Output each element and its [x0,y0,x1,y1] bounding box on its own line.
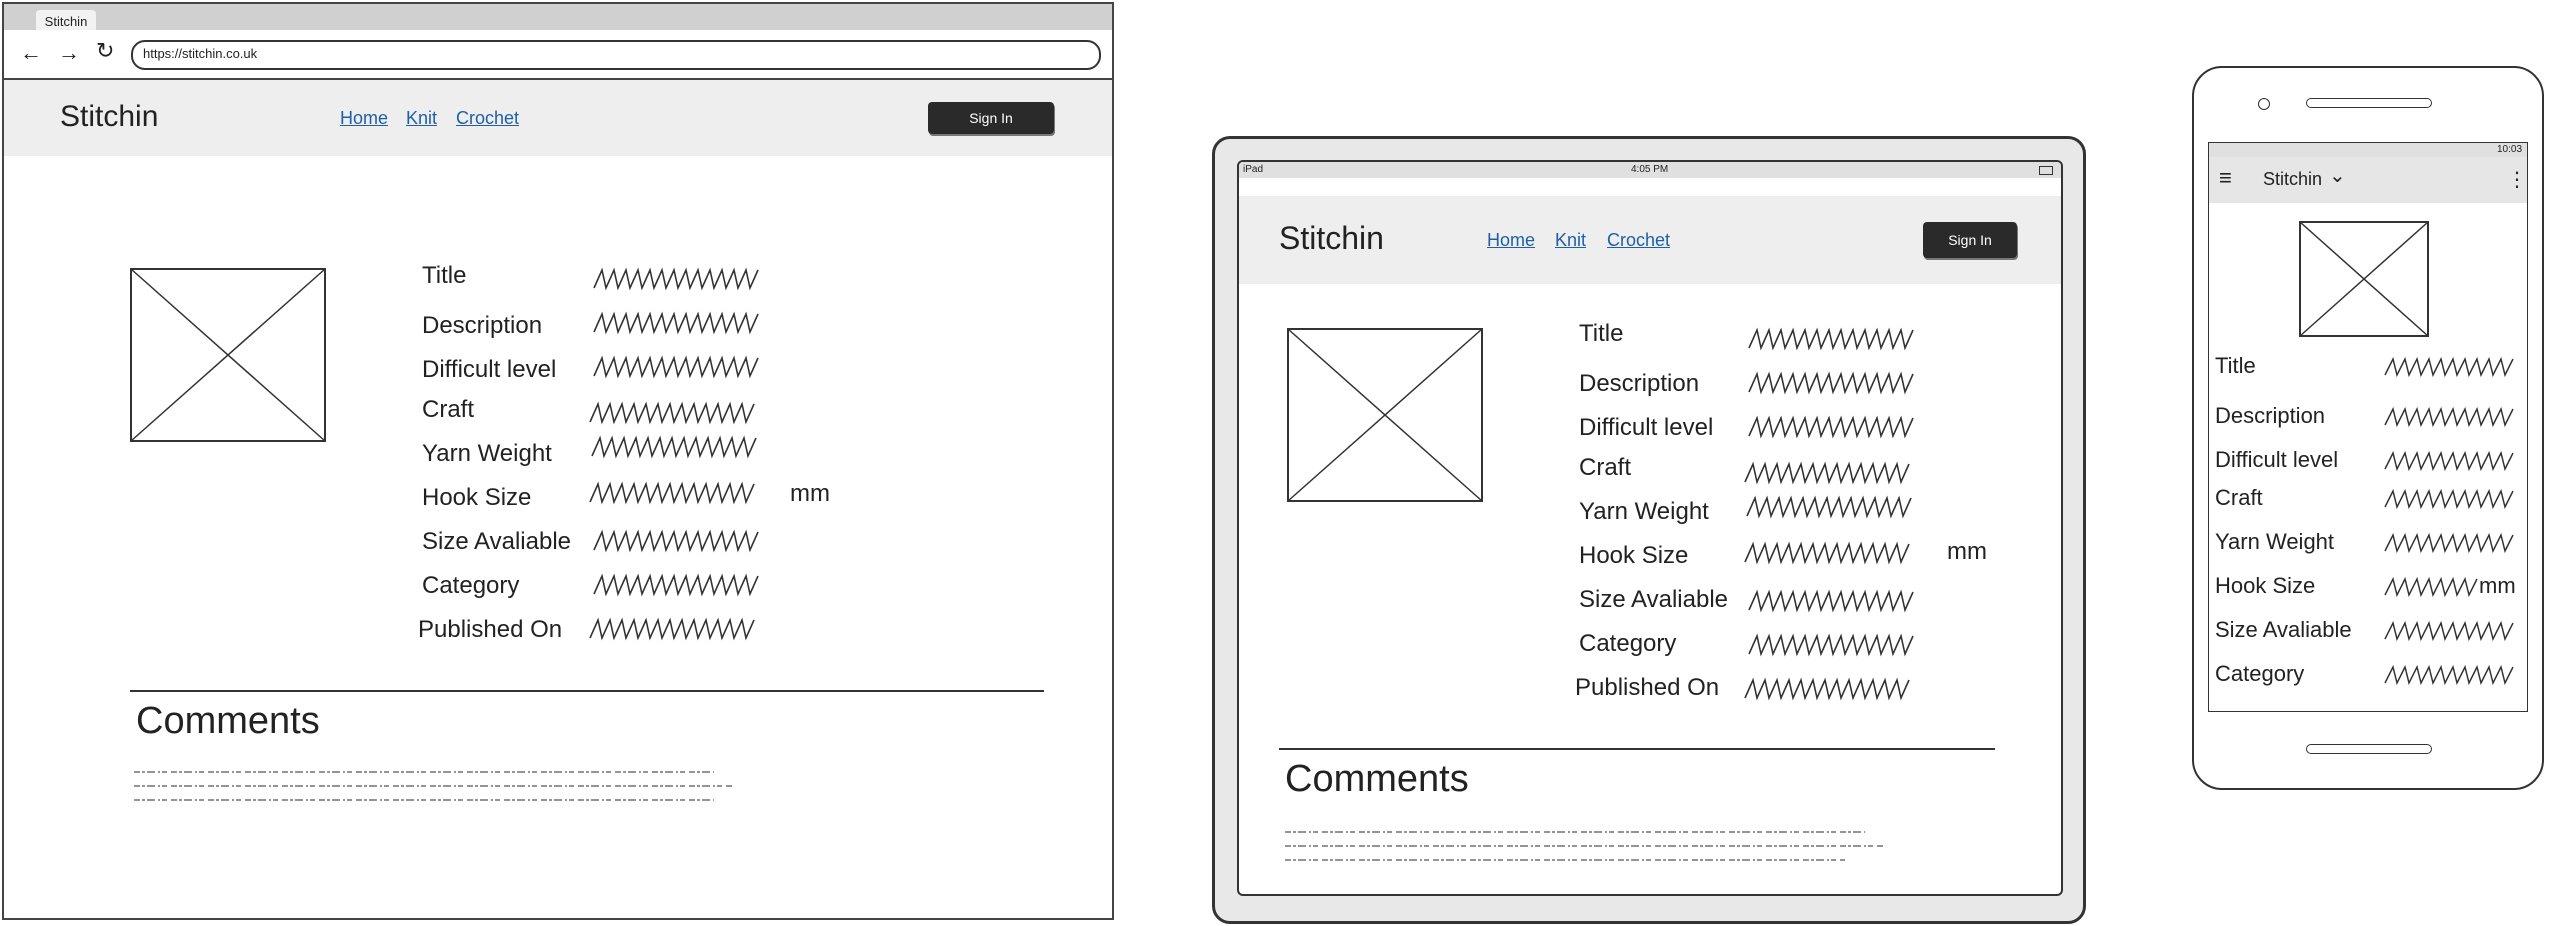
phone-speaker [2306,98,2432,108]
tablet-comments-heading: Comments [1285,758,1469,800]
tablet-comments-divider [1279,748,1995,750]
tablet-comments-text-scribble [1285,831,1885,861]
comments-text-scribble [134,771,734,801]
tablet-screen: iPad 4:05 PM Stitchin Home Knit Crochet … [1237,160,2063,896]
comments-divider [130,690,1044,692]
comments-heading: Comments [136,700,320,742]
desktop-browser-window: Stitchin ← → ↻ https://stitchin.co.uk St… [2,2,1114,920]
phone-camera [2258,98,2270,110]
phone-value-scribbles [2384,356,2514,686]
phone-home-bar [2306,744,2432,754]
phone-screen: 10:03 ≡ Stitchin ⌄ ⋮ Title Description D… [2208,142,2528,712]
